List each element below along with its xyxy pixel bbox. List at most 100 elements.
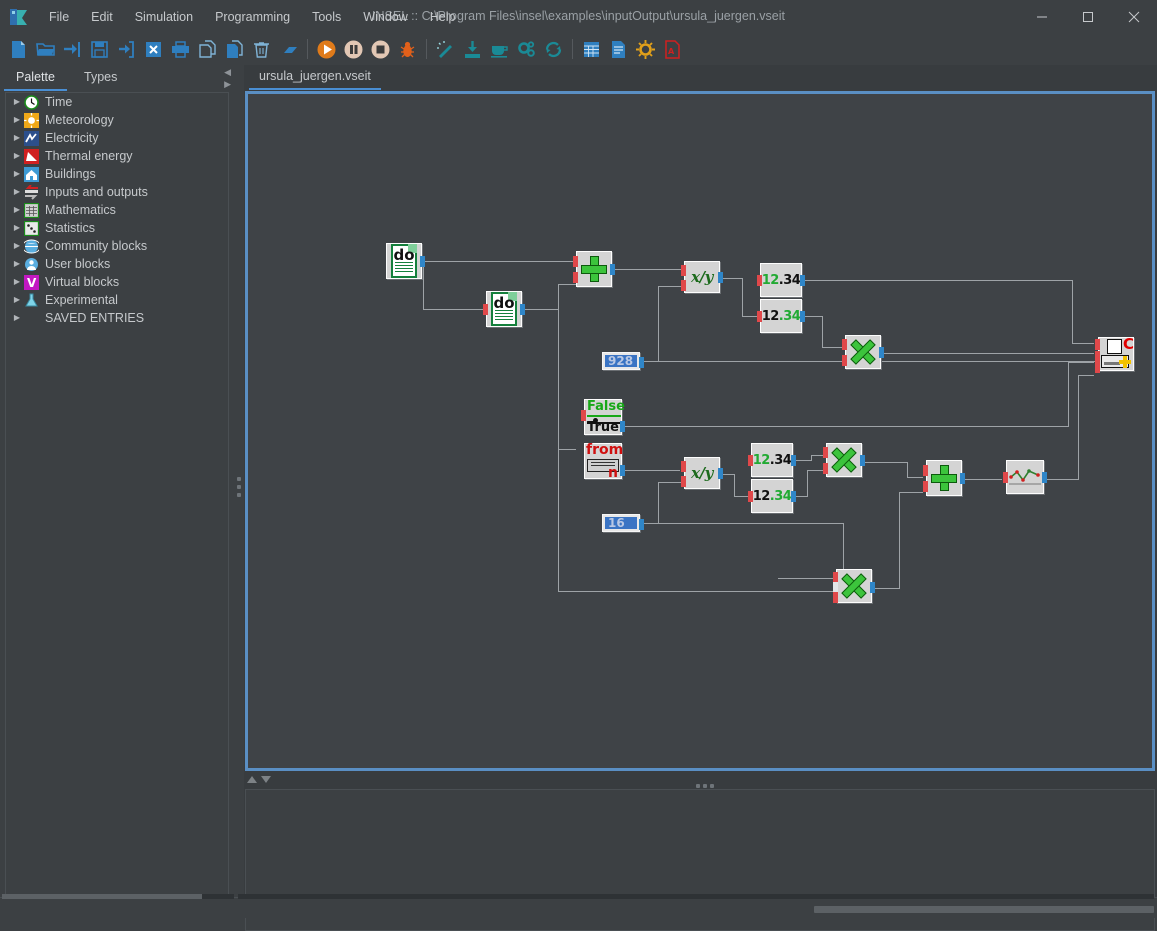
expand-arrow-icon[interactable]: ▶	[10, 255, 24, 273]
sidebar-item-time[interactable]: ▶ Time	[6, 93, 228, 111]
output-port[interactable]	[870, 582, 875, 593]
minimize-button[interactable]	[1019, 0, 1065, 33]
plot-block[interactable]	[1003, 460, 1047, 494]
output-port[interactable]	[860, 455, 865, 466]
sidebar-item-buildings[interactable]: ▶ Buildings	[6, 165, 228, 183]
input-port[interactable]	[573, 272, 578, 283]
format-block-2[interactable]: 12.34	[757, 299, 805, 333]
expand-arrow-icon[interactable]: ▶	[10, 147, 24, 165]
input-port[interactable]	[823, 447, 828, 458]
output-port[interactable]	[718, 468, 723, 479]
logic-block-false-true[interactable]: False True	[581, 399, 625, 435]
from-n-block[interactable]: from n	[584, 442, 625, 481]
eraser-icon[interactable]	[275, 36, 301, 62]
sidebar-item-experimental[interactable]: ▶ Experimental	[6, 291, 228, 309]
sidebar-item-mathematics[interactable]: ▶ Mathematics	[6, 201, 228, 219]
output-port[interactable]	[420, 256, 425, 267]
multiply-block-3[interactable]	[833, 569, 875, 603]
stop-icon[interactable]	[367, 36, 393, 62]
output-port[interactable]	[1042, 472, 1047, 483]
console-splitter[interactable]	[244, 774, 1157, 788]
input-port[interactable]	[483, 304, 488, 315]
output-port[interactable]	[610, 264, 615, 275]
expand-arrow-icon[interactable]: ▶	[10, 93, 24, 111]
input-port[interactable]	[573, 256, 578, 267]
print-icon[interactable]	[167, 36, 193, 62]
expand-arrow-icon[interactable]: ▶	[10, 111, 24, 129]
input-port[interactable]	[681, 265, 686, 276]
collapse-down-icon[interactable]	[261, 776, 271, 783]
close-button[interactable]	[1111, 0, 1157, 33]
collapse-up-icon[interactable]	[247, 776, 257, 783]
sidebar-item-community-blocks[interactable]: ▶ Community blocks	[6, 237, 228, 255]
do-block-2[interactable]: do	[483, 291, 525, 327]
expand-arrow-icon[interactable]: ▶	[10, 273, 24, 291]
save-icon[interactable]	[86, 36, 112, 62]
sun-icon[interactable]	[632, 36, 658, 62]
menu-window[interactable]: Window	[352, 6, 418, 28]
output-port[interactable]	[800, 275, 805, 286]
document-icon[interactable]	[605, 36, 631, 62]
input-port[interactable]	[681, 476, 686, 487]
constant-input-16[interactable]: 16	[602, 514, 644, 532]
input-port[interactable]	[757, 311, 762, 322]
menu-edit[interactable]: Edit	[80, 6, 124, 28]
output-port[interactable]	[520, 304, 525, 315]
divide-block-2[interactable]: x/y	[681, 457, 723, 489]
output-port[interactable]	[639, 357, 644, 368]
output-port[interactable]	[620, 465, 625, 476]
constant-input-928[interactable]: 928	[602, 352, 644, 370]
editor-scrollbar-track[interactable]	[238, 894, 1154, 899]
diagram-canvas[interactable]: do do x/y 12.34 12.34 928 C False True f…	[248, 94, 1152, 768]
output-port[interactable]	[718, 272, 723, 283]
copy-icon[interactable]	[194, 36, 220, 62]
input-port[interactable]	[923, 465, 928, 476]
adder-block-1[interactable]	[573, 251, 615, 287]
format-block-4[interactable]: 12.34	[748, 479, 796, 513]
input-port[interactable]	[757, 275, 762, 286]
delete-trash-icon[interactable]	[248, 36, 274, 62]
printer-block[interactable]: C	[1095, 335, 1134, 373]
expand-arrow-icon[interactable]: ▶	[10, 291, 24, 309]
close-file-icon[interactable]	[140, 36, 166, 62]
expand-arrow-icon[interactable]: ▶	[10, 237, 24, 255]
input-port[interactable]	[833, 592, 838, 603]
expand-arrow-icon[interactable]: ▶	[10, 183, 24, 201]
menu-simulation[interactable]: Simulation	[124, 6, 204, 28]
output-port[interactable]	[960, 473, 965, 484]
gears-icon[interactable]	[513, 36, 539, 62]
open-folder-icon[interactable]	[32, 36, 58, 62]
pause-icon[interactable]	[340, 36, 366, 62]
input-port[interactable]	[823, 463, 828, 474]
input-port[interactable]	[842, 355, 847, 366]
expand-arrow-icon[interactable]: ▶	[10, 309, 24, 327]
status-scrollbar-thumb[interactable]	[814, 906, 1154, 913]
pdf-icon[interactable]: A	[659, 36, 685, 62]
output-port[interactable]	[791, 455, 796, 466]
calculator-icon[interactable]	[578, 36, 604, 62]
do-block-1[interactable]: do	[386, 243, 425, 279]
constant-value[interactable]: 16	[605, 516, 637, 530]
sidebar-item-saved-entries[interactable]: ▶ SAVED ENTRIES	[6, 309, 228, 327]
tab-scroll-left-icon[interactable]: ◀	[224, 67, 231, 78]
new-file-icon[interactable]	[5, 36, 31, 62]
maximize-button[interactable]	[1065, 0, 1111, 33]
expand-arrow-icon[interactable]: ▶	[10, 165, 24, 183]
run-icon[interactable]	[313, 36, 339, 62]
tab-scroll-right-icon[interactable]: ▶	[224, 79, 231, 90]
menu-programming[interactable]: Programming	[204, 6, 301, 28]
coffee-cup-icon[interactable]	[486, 36, 512, 62]
download-icon[interactable]	[459, 36, 485, 62]
output-port[interactable]	[800, 311, 805, 322]
input-port[interactable]	[923, 481, 928, 492]
constant-value[interactable]: 928	[605, 354, 637, 368]
expand-arrow-icon[interactable]: ▶	[10, 219, 24, 237]
debug-bug-icon[interactable]	[394, 36, 420, 62]
multiply-block-1[interactable]	[842, 335, 884, 369]
export-icon[interactable]	[113, 36, 139, 62]
sidebar-item-user-blocks[interactable]: ▶ User blocks	[6, 255, 228, 273]
divide-block-1[interactable]: x/y	[681, 261, 723, 293]
input-port[interactable]	[681, 280, 686, 291]
input-port[interactable]	[1003, 472, 1008, 483]
input-port[interactable]	[681, 461, 686, 472]
